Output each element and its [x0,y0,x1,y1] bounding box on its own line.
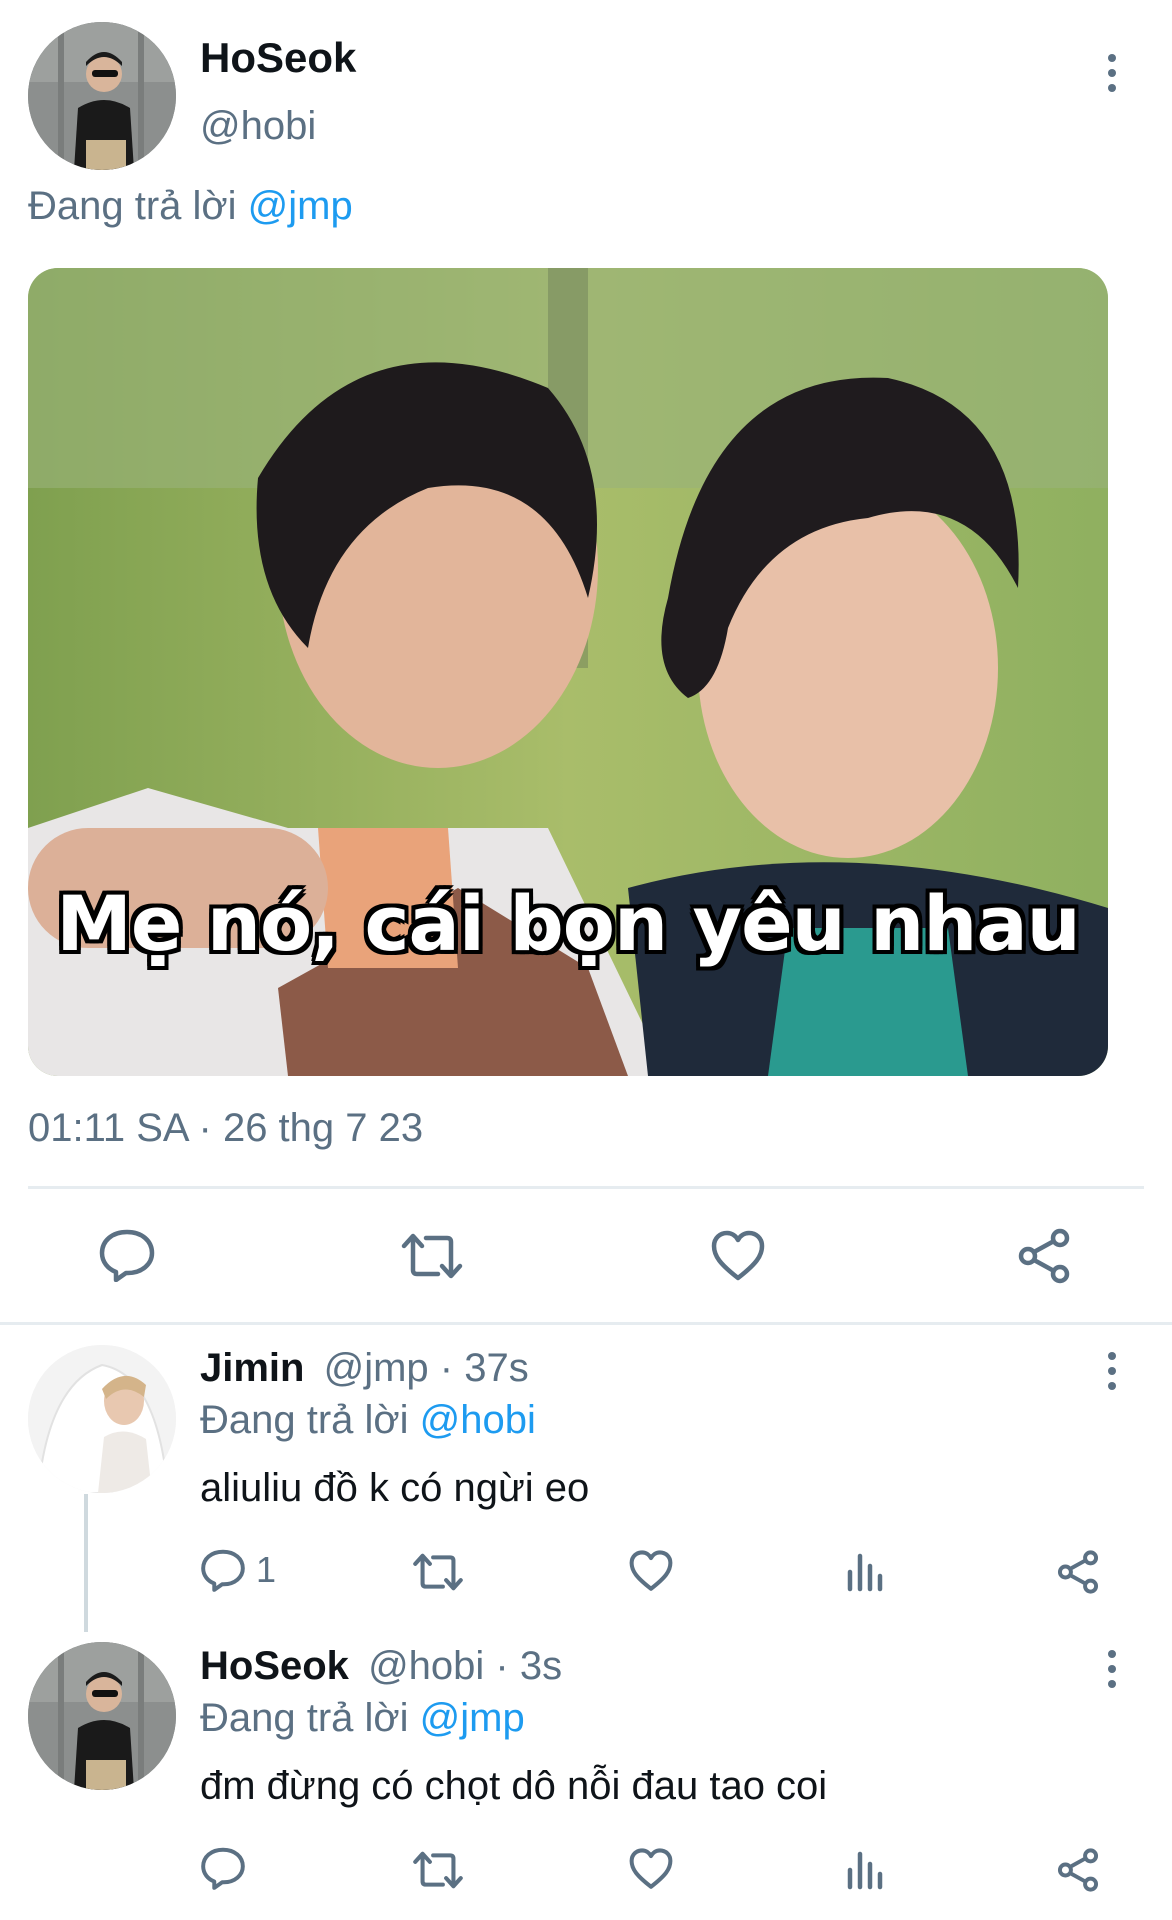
more-options-icon[interactable] [1105,54,1119,92]
more-options-icon[interactable] [1105,1650,1119,1688]
like-icon[interactable] [710,1230,766,1282]
author-name[interactable]: HoSeok [200,34,356,82]
author-handle[interactable]: @hobi [200,102,316,150]
share-icon[interactable] [1056,1848,1100,1892]
avatar-image [28,1642,176,1790]
divider [28,1186,1144,1189]
meme-caption: Mẹ nó, cái bọn yêu nhau [56,879,1081,968]
divider [0,1322,1172,1325]
author-name[interactable]: Jimin [200,1346,304,1390]
reply-header: Jimin @jmp · 37s [200,1344,529,1392]
retweet-icon[interactable] [400,1232,464,1280]
avatar[interactable] [28,1642,176,1790]
retweet-icon[interactable] [412,1552,464,1592]
analytics-icon[interactable] [846,1850,884,1890]
reply-prefix: Đang trả lời [28,184,237,228]
reply-icon[interactable] [98,1228,156,1282]
reply-context: Đang trả lời @hobi [200,1396,536,1444]
reply-header: HoSeok @hobi · 3s [200,1642,562,1690]
reply-prefix: Đang trả lời [200,1696,409,1740]
tweet-timestamp[interactable]: 01:11 SA · 26 thg 7 23 [28,1104,423,1152]
thread-line [84,1494,88,1632]
tweet-text: đm đừng có chọt dô nỗi đau tao coi [200,1764,828,1808]
reply-context: Đang trả lời @jmp [28,182,353,230]
avatar-image [28,22,176,170]
tweet-time[interactable]: · 37s [440,1346,529,1390]
like-icon[interactable] [628,1848,674,1890]
analytics-icon[interactable] [846,1552,884,1592]
more-options-icon[interactable] [1105,1352,1119,1390]
tweet-text: aliuliu đồ k có ngừi eo [200,1466,590,1510]
reply-to-link[interactable]: @jmp [248,184,353,228]
tweet-time[interactable]: · 3s [495,1644,562,1688]
avatar[interactable] [28,1345,176,1493]
author-handle[interactable]: @hobi [368,1644,484,1688]
share-icon[interactable] [1056,1550,1100,1594]
reply-icon[interactable]: 1 [200,1548,276,1592]
reply-icon[interactable] [200,1846,246,1890]
reply-to-link[interactable]: @hobi [420,1398,536,1442]
avatar-image [28,1345,176,1493]
avatar[interactable] [28,22,176,170]
tweet-media[interactable]: Mẹ nó, cái bọn yêu nhau [28,268,1108,1076]
share-icon[interactable] [1016,1228,1072,1284]
reply-prefix: Đang trả lời [200,1398,409,1442]
retweet-icon[interactable] [412,1850,464,1890]
reply-context: Đang trả lời @jmp [200,1694,525,1742]
author-handle[interactable]: @jmp [324,1346,429,1390]
like-icon[interactable] [628,1550,674,1592]
reply-to-link[interactable]: @jmp [420,1696,525,1740]
reply-count: 1 [256,1549,277,1590]
author-name[interactable]: HoSeok [200,1644,349,1688]
